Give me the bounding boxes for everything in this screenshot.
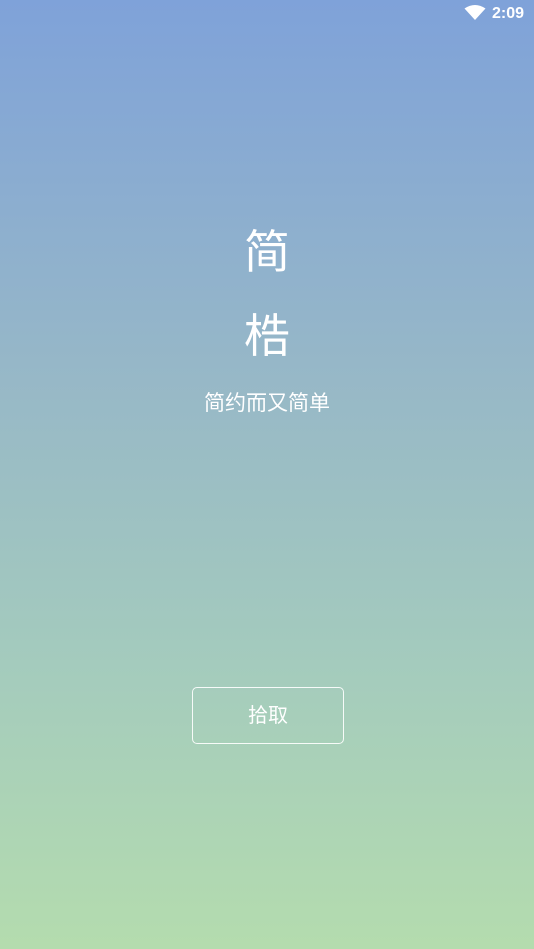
app-title-line-2: 梏 xyxy=(244,309,290,363)
wifi-icon xyxy=(464,5,486,20)
status-bar: 2:09 xyxy=(0,0,534,28)
app-subtitle: 简约而又简单 xyxy=(204,391,330,415)
app-title-line-1: 简 xyxy=(244,225,290,279)
pick-button[interactable]: 拾取 xyxy=(192,687,344,744)
status-time: 2:09 xyxy=(492,5,525,22)
